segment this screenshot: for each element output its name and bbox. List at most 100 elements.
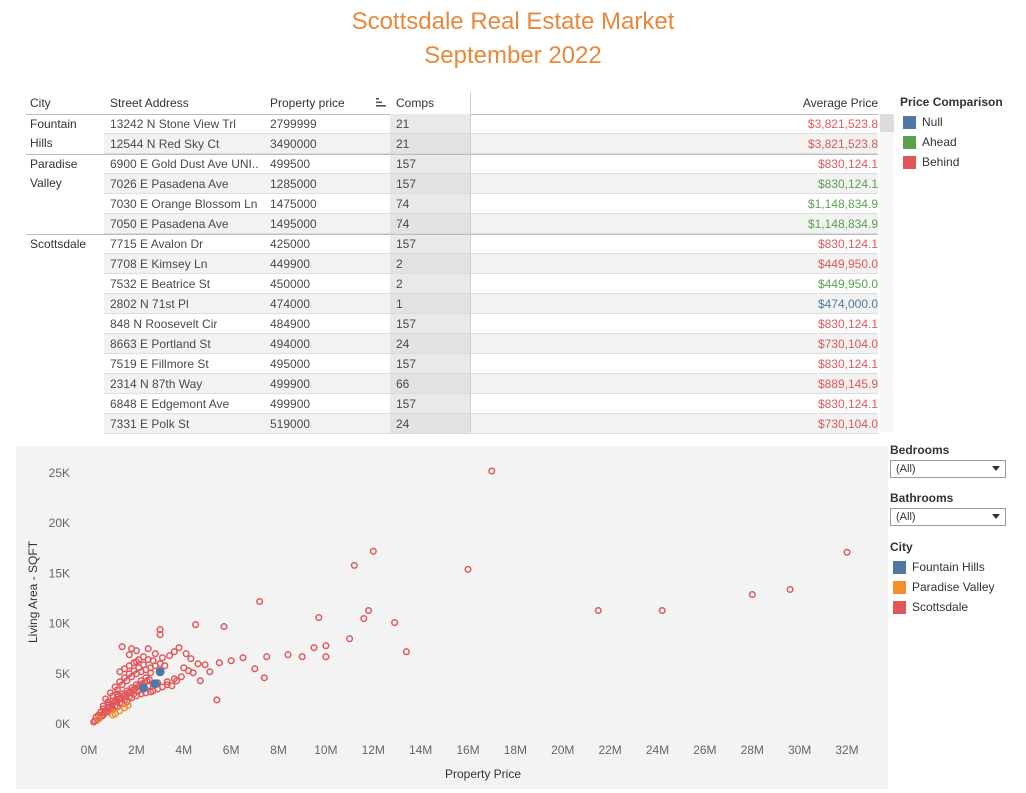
comps-cell: 157 xyxy=(396,357,417,371)
table-row[interactable]: 848 N Roosevelt Cir 484900 157 $830,124.1 xyxy=(26,314,878,334)
data-point[interactable] xyxy=(194,660,202,668)
data-point[interactable] xyxy=(391,619,399,627)
data-point[interactable] xyxy=(658,606,666,615)
y-tick-label: 20K xyxy=(49,516,70,530)
table-row[interactable]: 8663 E Portland St 494000 24 $730,104.0 xyxy=(26,334,878,354)
data-point[interactable] xyxy=(315,614,323,622)
data-point[interactable] xyxy=(594,606,602,615)
data-point[interactable] xyxy=(748,590,756,599)
data-point[interactable] xyxy=(227,657,235,665)
bathrooms-dropdown[interactable]: (All) xyxy=(890,508,1006,526)
table-row[interactable]: 7532 E Beatrice St 450000 2 $449,950.0 xyxy=(26,274,878,294)
data-point[interactable] xyxy=(251,665,259,673)
data-point[interactable] xyxy=(213,696,221,704)
table-row[interactable]: 6848 E Edgemont Ave 499900 157 $830,124.1 xyxy=(26,394,878,414)
data-point[interactable] xyxy=(158,654,166,662)
bedrooms-dropdown[interactable]: (All) xyxy=(890,460,1006,478)
col-header-city[interactable]: City xyxy=(30,96,51,110)
property-price-cell: 499900 xyxy=(270,377,311,391)
data-point[interactable] xyxy=(322,653,330,661)
table-row[interactable]: 7026 E Pasadena Ave 1285000 157 $830,124.1 xyxy=(26,174,878,194)
data-point[interactable] xyxy=(843,548,851,556)
x-tick-label: 4M xyxy=(175,743,192,757)
data-point[interactable] xyxy=(464,565,472,573)
comps-cell: 24 xyxy=(396,417,410,431)
street-address-cell: 7030 E Orange Blossom Ln xyxy=(110,197,258,211)
data-point[interactable] xyxy=(298,653,306,661)
data-point[interactable] xyxy=(139,653,148,661)
data-point[interactable] xyxy=(170,648,178,656)
average-price-cell: $3,821,523.8 xyxy=(807,117,878,131)
table-row[interactable]: 7519 E Fillmore St 495000 157 $830,124.1 xyxy=(26,354,878,374)
data-point[interactable] xyxy=(263,653,271,661)
comps-cell: 66 xyxy=(396,377,410,391)
legend-label: Paradise Valley xyxy=(912,580,995,594)
col-header-street-address[interactable]: Street Address xyxy=(110,96,189,110)
data-point[interactable] xyxy=(364,606,373,615)
table-row[interactable]: 7331 E Polk St 519000 24 $730,104.0 xyxy=(26,414,878,434)
data-point[interactable] xyxy=(220,623,228,631)
table-row[interactable]: 12544 N Red Sky Ct 3490000 21 $3,821,523.8 xyxy=(26,134,878,154)
table-row[interactable]: 7715 E Avalon Dr 425000 157 $830,124.1 xyxy=(26,234,878,254)
data-point[interactable] xyxy=(125,651,133,659)
comps-cell: 74 xyxy=(396,217,410,231)
data-point[interactable] xyxy=(284,651,292,659)
data-point[interactable] xyxy=(215,659,223,667)
table-row[interactable]: 13242 N Stone View Trl 2799999 21 $3,821,52… xyxy=(26,114,878,134)
legend-swatch xyxy=(903,156,916,169)
data-point[interactable] xyxy=(260,674,268,682)
bathrooms-filter-label: Bathrooms xyxy=(890,491,954,505)
property-price-cell: 1285000 xyxy=(270,177,317,191)
table-scrollbar-thumb[interactable] xyxy=(880,114,894,132)
data-point[interactable] xyxy=(118,643,126,651)
col-header-average-price[interactable]: Average Price xyxy=(803,96,878,110)
data-point[interactable] xyxy=(182,650,190,658)
table-row[interactable]: 7030 E Orange Blossom Ln 1475000 74 $1,148,… xyxy=(26,194,878,214)
property-price-cell: 425000 xyxy=(270,237,311,251)
data-point[interactable] xyxy=(786,585,794,594)
data-point[interactable] xyxy=(150,679,160,689)
data-point[interactable] xyxy=(360,615,368,623)
data-point[interactable] xyxy=(350,561,358,569)
data-point[interactable] xyxy=(256,597,264,606)
data-point[interactable] xyxy=(151,650,159,658)
table-row[interactable]: 2314 N 87th Way 499900 66 $889,145.9 xyxy=(26,374,878,394)
x-axis-title: Property Price xyxy=(445,767,521,781)
data-point[interactable] xyxy=(155,667,165,677)
data-point[interactable] xyxy=(201,661,209,669)
table-row[interactable]: 7050 E Pasadena Ave 1495000 74 $1,148,834.9 xyxy=(26,214,878,234)
data-point[interactable] xyxy=(369,547,377,555)
sort-descending-icon[interactable] xyxy=(376,98,386,107)
table-row[interactable]: 6900 E Gold Dust Ave UNI.. 499500 157 $830,… xyxy=(26,154,878,174)
data-point[interactable] xyxy=(322,642,330,650)
dashboard-title-line1: Scottsdale Real Estate Market xyxy=(351,8,675,35)
data-point[interactable] xyxy=(206,668,214,676)
legend-swatch xyxy=(893,561,906,574)
street-address-cell: 7715 E Avalon Dr xyxy=(110,237,204,251)
col-header-comps[interactable]: Comps xyxy=(396,96,434,110)
data-point[interactable] xyxy=(346,635,354,643)
data-point[interactable] xyxy=(196,677,204,685)
data-point[interactable] xyxy=(239,654,247,662)
table-scrollbar[interactable] xyxy=(880,114,894,432)
data-point[interactable] xyxy=(488,467,496,475)
comps-cell: 2 xyxy=(396,277,403,291)
scatter-plot[interactable]: 0K 5K 10K 15K 20K 25K 0M 2M 4M 6M 8M 10M 12M 14M 16M 1… xyxy=(16,446,888,789)
scatter-plot-panel: 0K 5K 10K 15K 20K 25K 0M 2M 4M 6M 8M 10M 12M 14M 16M 1… xyxy=(16,446,888,789)
data-point[interactable] xyxy=(192,621,200,629)
table-row[interactable]: 2802 N 71st Pl 474000 1 $474,000.0 xyxy=(26,294,878,314)
x-tick-label: 18M xyxy=(504,743,527,757)
street-address-cell: 7026 E Pasadena Ave xyxy=(110,177,229,191)
data-point[interactable] xyxy=(310,644,318,652)
y-tick-label: 25K xyxy=(49,466,70,480)
table-row[interactable]: 7708 E Kimsey Ln 449900 2 $449,950.0 xyxy=(26,254,878,274)
data-point[interactable] xyxy=(187,655,195,663)
data-point[interactable] xyxy=(139,683,148,693)
y-tick-label: 10K xyxy=(49,617,70,631)
data-point[interactable] xyxy=(144,645,152,653)
comps-cell: 21 xyxy=(396,137,410,151)
col-header-property-price[interactable]: Property price xyxy=(270,96,345,110)
data-point[interactable] xyxy=(402,648,410,656)
city-label-line: Valley xyxy=(30,176,62,190)
x-tick-label: 8M xyxy=(270,743,287,757)
